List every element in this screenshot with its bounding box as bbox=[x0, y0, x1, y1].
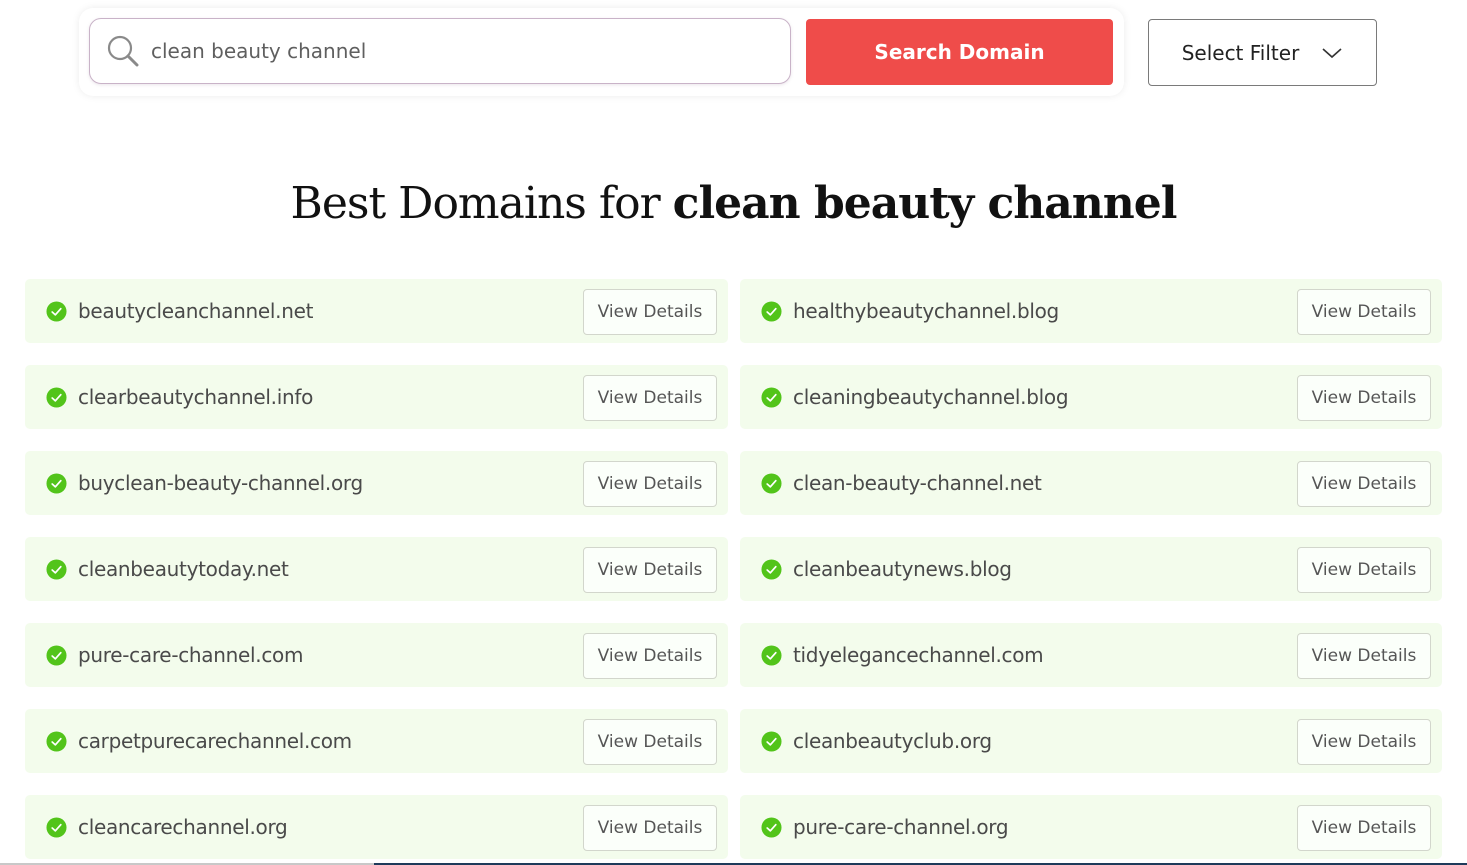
check-circle-icon bbox=[761, 730, 782, 752]
domain-result-item: buyclean-beauty-channel.org View Details bbox=[25, 451, 728, 515]
chevron-down-icon bbox=[1322, 47, 1342, 58]
domain-result-item: cleanbeautytoday.net View Details bbox=[25, 537, 728, 601]
check-circle-icon bbox=[761, 816, 782, 838]
check-circle-icon bbox=[761, 558, 782, 580]
domain-name[interactable]: clearbeautychannel.info bbox=[78, 385, 313, 409]
domain-result-item: tidyelegancechannel.com View Details bbox=[740, 623, 1442, 687]
page-title: Best Domains for clean beauty channel bbox=[0, 178, 1467, 229]
check-circle-icon bbox=[46, 386, 67, 408]
domain-name[interactable]: cleanbeautytoday.net bbox=[78, 557, 289, 581]
domain-result-item: clean-beauty-channel.net View Details bbox=[740, 451, 1442, 515]
check-circle-icon bbox=[46, 816, 67, 838]
domain-name[interactable]: pure-care-channel.com bbox=[78, 643, 303, 667]
check-circle-icon bbox=[46, 730, 67, 752]
view-details-button[interactable]: View Details bbox=[1297, 547, 1431, 593]
domain-name[interactable]: carpetpurecarechannel.com bbox=[78, 729, 352, 753]
domain-result-item: cleanbeautynews.blog View Details bbox=[740, 537, 1442, 601]
select-filter-dropdown[interactable]: Select Filter bbox=[1148, 19, 1377, 86]
view-details-button[interactable]: View Details bbox=[1297, 375, 1431, 421]
domain-result-item: cleaningbeautychannel.blog View Details bbox=[740, 365, 1442, 429]
domain-name[interactable]: cleancarechannel.org bbox=[78, 815, 288, 839]
check-circle-icon bbox=[46, 300, 67, 322]
check-circle-icon bbox=[761, 472, 782, 494]
domain-result-item: pure-care-channel.com View Details bbox=[25, 623, 728, 687]
domain-result-item: cleanbeautyclub.org View Details bbox=[740, 709, 1442, 773]
view-details-button[interactable]: View Details bbox=[583, 719, 717, 765]
search-domain-button[interactable]: Search Domain bbox=[806, 19, 1113, 85]
domain-result-item: carpetpurecarechannel.com View Details bbox=[25, 709, 728, 773]
domain-result-item: cleancarechannel.org View Details bbox=[25, 795, 728, 859]
check-circle-icon bbox=[46, 472, 67, 494]
domain-result-item: clearbeautychannel.info View Details bbox=[25, 365, 728, 429]
view-details-button[interactable]: View Details bbox=[1297, 461, 1431, 507]
check-circle-icon bbox=[46, 644, 67, 666]
view-details-button[interactable]: View Details bbox=[583, 547, 717, 593]
view-details-button[interactable]: View Details bbox=[583, 805, 717, 851]
domain-name[interactable]: pure-care-channel.org bbox=[793, 815, 1009, 839]
view-details-button[interactable]: View Details bbox=[1297, 719, 1431, 765]
view-details-button[interactable]: View Details bbox=[583, 461, 717, 507]
view-details-button[interactable]: View Details bbox=[1297, 633, 1431, 679]
domain-name[interactable]: healthybeautychannel.blog bbox=[793, 299, 1059, 323]
domain-name[interactable]: cleaningbeautychannel.blog bbox=[793, 385, 1069, 409]
page-title-prefix: Best Domains for bbox=[290, 178, 673, 229]
view-details-button[interactable]: View Details bbox=[583, 289, 717, 335]
domain-results-grid: beautycleanchannel.net View Details health… bbox=[25, 279, 1442, 859]
domain-result-item: healthybeautychannel.blog View Details bbox=[740, 279, 1442, 343]
domain-name[interactable]: tidyelegancechannel.com bbox=[793, 643, 1044, 667]
check-circle-icon bbox=[761, 644, 782, 666]
search-input[interactable] bbox=[151, 39, 751, 63]
view-details-button[interactable]: View Details bbox=[583, 375, 717, 421]
check-circle-icon bbox=[46, 558, 67, 580]
domain-name[interactable]: buyclean-beauty-channel.org bbox=[78, 471, 363, 495]
domain-result-item: pure-care-channel.org View Details bbox=[740, 795, 1442, 859]
domain-name[interactable]: cleanbeautynews.blog bbox=[793, 557, 1012, 581]
search-icon bbox=[107, 35, 139, 67]
view-details-button[interactable]: View Details bbox=[1297, 289, 1431, 335]
search-box[interactable] bbox=[89, 18, 791, 84]
select-filter-label: Select Filter bbox=[1181, 40, 1300, 65]
view-details-button[interactable]: View Details bbox=[1297, 805, 1431, 851]
domain-result-item: beautycleanchannel.net View Details bbox=[25, 279, 728, 343]
page-title-keyword: clean beauty channel bbox=[672, 178, 1178, 229]
view-details-button[interactable]: View Details bbox=[583, 633, 717, 679]
domain-name[interactable]: clean-beauty-channel.net bbox=[793, 471, 1042, 495]
check-circle-icon bbox=[761, 300, 782, 322]
check-circle-icon bbox=[761, 386, 782, 408]
domain-name[interactable]: cleanbeautyclub.org bbox=[793, 729, 992, 753]
domain-name[interactable]: beautycleanchannel.net bbox=[78, 299, 313, 323]
